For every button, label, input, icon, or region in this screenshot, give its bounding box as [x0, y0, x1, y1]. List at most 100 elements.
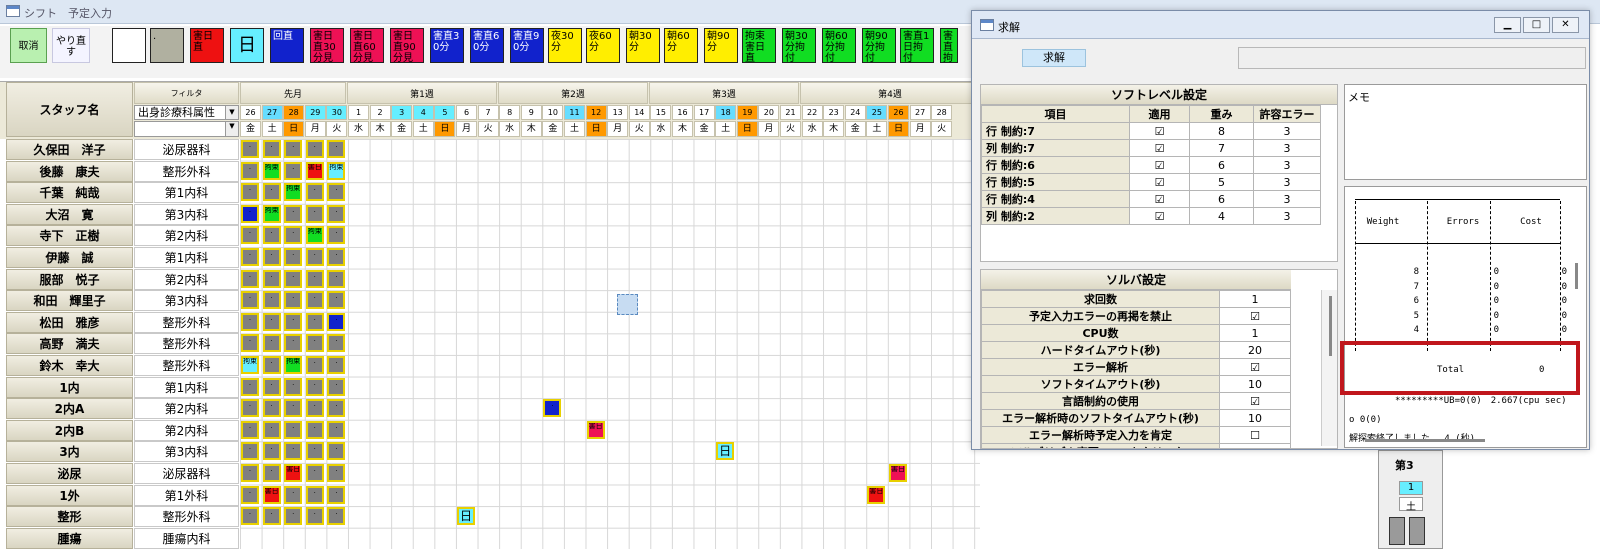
palette-item-6[interactable]: 害日直60分見: [350, 28, 384, 63]
shift-cell[interactable]: .: [262, 507, 281, 526]
solver-value[interactable]: 1: [1219, 290, 1291, 308]
shift-cell[interactable]: .: [284, 485, 303, 504]
solver-value[interactable]: 1: [1219, 324, 1291, 342]
shift-cell[interactable]: 拘束: [305, 226, 324, 245]
shift-cell[interactable]: .: [262, 334, 281, 353]
solver-checkbox[interactable]: ☑: [1219, 307, 1291, 325]
palette-item-17[interactable]: 朝30分拘付: [782, 28, 816, 63]
shift-cell[interactable]: .: [305, 464, 324, 482]
shift-cell[interactable]: .: [327, 183, 346, 202]
palette-item-12[interactable]: 夜60分: [586, 28, 620, 63]
shift-cell[interactable]: 害日: [284, 464, 303, 482]
soft-weight[interactable]: 4: [1189, 207, 1254, 225]
soft-apply-checkbox[interactable]: ☑: [1129, 156, 1190, 174]
shift-cell[interactable]: .: [241, 183, 259, 202]
shift-cell[interactable]: .: [327, 269, 346, 288]
memo-box[interactable]: メモ: [1344, 84, 1587, 180]
shift-cell[interactable]: .: [241, 269, 259, 288]
soft-weight[interactable]: 6: [1189, 190, 1254, 208]
shift-cell[interactable]: 日: [716, 442, 735, 461]
shift-cell[interactable]: .: [241, 140, 259, 158]
shift-cell[interactable]: .: [327, 356, 346, 374]
shift-cell[interactable]: .: [327, 334, 346, 353]
shift-cell[interactable]: .: [241, 226, 259, 245]
palette-item-19[interactable]: 朝90分拘付: [862, 28, 896, 63]
shift-cell[interactable]: .: [284, 377, 303, 396]
shift-cell[interactable]: 拘束: [327, 161, 346, 180]
soft-weight[interactable]: 8: [1189, 122, 1254, 140]
shift-cell[interactable]: .: [284, 312, 303, 331]
shift-cell[interactable]: 害日: [262, 485, 281, 504]
redo-button[interactable]: やり直す: [52, 28, 90, 63]
shift-cell[interactable]: .: [327, 485, 346, 504]
shift-cell[interactable]: 拘束: [284, 183, 303, 202]
soft-tolerance[interactable]: 3: [1253, 173, 1321, 191]
solver-checkbox[interactable]: ☑: [1219, 392, 1291, 410]
soft-apply-checkbox[interactable]: ☑: [1129, 173, 1190, 191]
shift-cell[interactable]: .: [305, 442, 324, 461]
palette-item-11[interactable]: 夜30分: [548, 28, 582, 63]
dept-filter-select-2[interactable]: ▼: [134, 121, 239, 137]
shift-cell[interactable]: .: [305, 399, 324, 418]
minimize-icon[interactable]: ▁: [1494, 17, 1521, 33]
shift-cell[interactable]: .: [241, 485, 259, 504]
close-icon[interactable]: ✕: [1552, 17, 1579, 33]
soft-weight[interactable]: 5: [1189, 173, 1254, 191]
shift-cell[interactable]: .: [284, 204, 303, 223]
shift-cell[interactable]: 拘束: [241, 356, 259, 374]
solver-checkbox[interactable]: ☐: [1219, 426, 1291, 444]
solver-checkbox[interactable]: ☑: [1219, 358, 1291, 376]
shift-cell[interactable]: .: [241, 161, 259, 180]
shift-cell[interactable]: .: [262, 312, 281, 331]
shift-cell[interactable]: .: [262, 248, 281, 266]
shift-cell[interactable]: .: [327, 248, 346, 266]
soft-weight[interactable]: 7: [1189, 139, 1254, 157]
shift-cell[interactable]: .: [262, 464, 281, 482]
shift-cell[interactable]: .: [241, 464, 259, 482]
shift-cell[interactable]: .: [305, 204, 324, 223]
shift-cell[interactable]: 害日: [867, 485, 886, 504]
shift-cell[interactable]: .: [305, 420, 324, 439]
shift-cell[interactable]: .: [284, 226, 303, 245]
shift-cell[interactable]: .: [262, 226, 281, 245]
shift-cell[interactable]: .: [284, 507, 303, 526]
shift-cell[interactable]: .: [305, 248, 324, 266]
shift-cell[interactable]: .: [284, 442, 303, 461]
solver-value[interactable]: 1: [1219, 443, 1291, 448]
shift-cell[interactable]: .: [327, 399, 346, 418]
shift-cell[interactable]: .: [241, 291, 259, 310]
shift-cell[interactable]: .: [327, 204, 346, 223]
soft-tolerance[interactable]: 3: [1253, 139, 1321, 157]
soft-weight[interactable]: 6: [1189, 156, 1254, 174]
palette-item-0[interactable]: [112, 28, 146, 63]
shift-cell[interactable]: .: [327, 420, 346, 439]
shift-cell[interactable]: .: [262, 140, 281, 158]
soft-tolerance[interactable]: 3: [1253, 122, 1321, 140]
shift-cell[interactable]: .: [241, 312, 259, 331]
shift-cell[interactable]: 害日: [305, 161, 324, 180]
shift-cell[interactable]: 害日: [889, 464, 907, 482]
log-hscroll-thumb[interactable]: [1365, 439, 1485, 442]
shift-cell[interactable]: .: [284, 334, 303, 353]
palette-item-13[interactable]: 朝30分: [626, 28, 660, 63]
shift-cell[interactable]: 拘束: [262, 161, 281, 180]
shift-cell[interactable]: .: [327, 464, 346, 482]
shift-cell[interactable]: .: [284, 161, 303, 180]
shift-cell[interactable]: .: [305, 377, 324, 396]
soft-tolerance[interactable]: 3: [1253, 207, 1321, 225]
selected-cell[interactable]: [617, 294, 638, 315]
shift-cell[interactable]: .: [327, 140, 346, 158]
palette-item-15[interactable]: 朝90分: [704, 28, 738, 63]
shift-cell[interactable]: .: [241, 507, 259, 526]
soft-apply-checkbox[interactable]: ☑: [1129, 190, 1190, 208]
palette-item-18[interactable]: 朝60分拘付: [822, 28, 856, 63]
palette-item-14[interactable]: 朝60分: [664, 28, 698, 63]
shift-cell[interactable]: .: [305, 334, 324, 353]
palette-item-9[interactable]: 害直60分: [470, 28, 504, 63]
solver-value[interactable]: 20: [1219, 341, 1291, 359]
shift-cell[interactable]: .: [284, 291, 303, 310]
shift-cell[interactable]: .: [241, 248, 259, 266]
shift-cell[interactable]: 害日: [586, 420, 605, 439]
solver-value[interactable]: 10: [1219, 375, 1291, 393]
shift-cell[interactable]: .: [327, 312, 346, 331]
